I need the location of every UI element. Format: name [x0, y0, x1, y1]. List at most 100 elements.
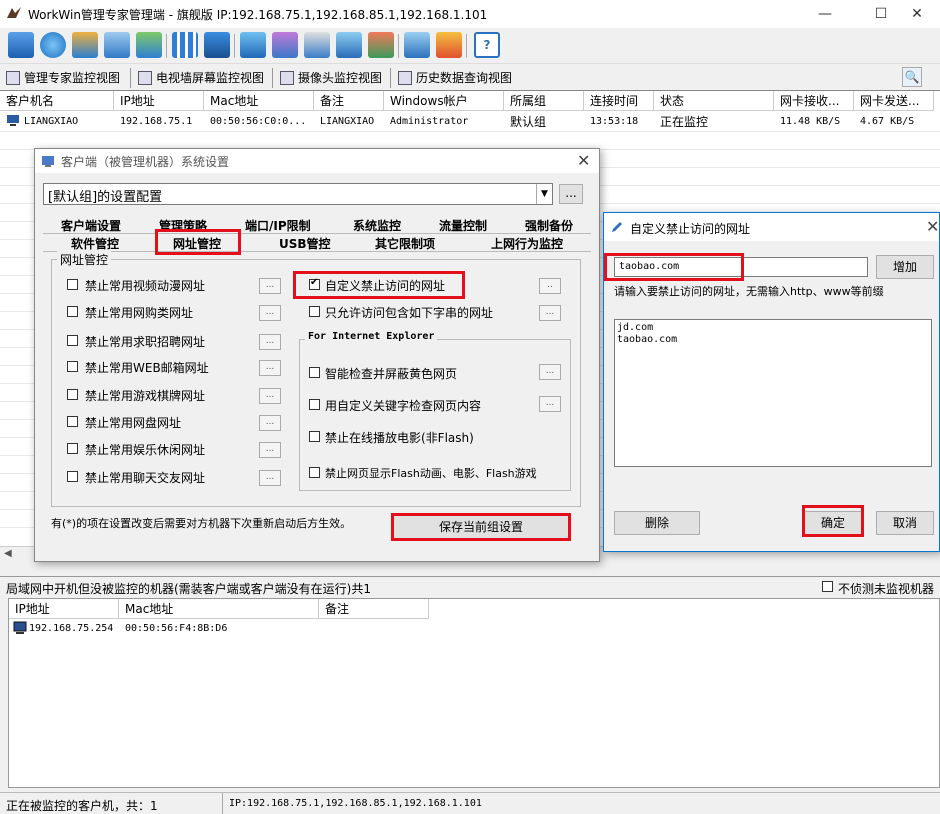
tab-tv-wall-view[interactable]: 电视墙屏幕监控视图 — [134, 67, 264, 89]
list-item[interactable]: taobao.com — [617, 334, 677, 345]
edit-shopping-button[interactable]: ... — [259, 305, 281, 321]
column-header[interactable]: Mac地址 — [119, 599, 319, 619]
tab-camera-view[interactable]: 摄像头监控视图 — [276, 67, 382, 89]
computer-icon — [7, 115, 19, 126]
smart-filter-checkbox[interactable] — [309, 367, 320, 378]
tab-client-settings[interactable]: 客户端设置 — [61, 217, 121, 234]
history-icon — [398, 71, 412, 85]
only-allow-checkbox[interactable] — [309, 306, 320, 317]
tab-forced-backup[interactable]: 强制备份 — [525, 217, 573, 234]
ip-settings-icon[interactable] — [404, 32, 430, 58]
highlight-box — [604, 253, 744, 281]
edit-video-button[interactable]: ... — [259, 278, 281, 294]
globe-icon[interactable] — [40, 32, 66, 58]
tab-system-monitor[interactable]: 系统监控 — [353, 217, 401, 234]
block-video-checkbox[interactable] — [67, 279, 78, 290]
remote-screen-icon[interactable] — [240, 32, 266, 58]
network-settings-icon[interactable] — [72, 32, 98, 58]
add-url-button[interactable]: 增加 — [876, 255, 934, 279]
restart-note: 有(*)的项在设置改变后需要对方机器下次重新启动后方生效。 — [51, 517, 352, 530]
close-icon[interactable]: ✕ — [926, 217, 939, 236]
edit-keyword-filter-button[interactable]: ... — [539, 396, 561, 412]
column-header[interactable]: 状态 — [654, 91, 774, 111]
tab-software-control[interactable]: 软件管控 — [71, 235, 119, 252]
column-header[interactable]: Windows帐户 — [384, 91, 504, 111]
column-header[interactable]: IP地址 — [114, 91, 204, 111]
block-entertainment-checkbox[interactable] — [67, 443, 78, 454]
config-combo[interactable]: [默认组]的设置配置 ▼ — [43, 183, 553, 205]
edit-only-allow-button[interactable]: ... — [539, 305, 561, 321]
scroll-left-icon[interactable]: ◀ — [4, 548, 12, 559]
edit-smart-filter-button[interactable]: ... — [539, 364, 561, 380]
chart-icon[interactable] — [368, 32, 394, 58]
close-window-button[interactable]: ✕ — [894, 0, 940, 28]
keyword-filter-checkbox[interactable] — [309, 399, 320, 410]
column-header[interactable]: 备注 — [314, 91, 384, 111]
block-chat-checkbox[interactable] — [67, 471, 78, 482]
tab-other-limits[interactable]: 其它限制项 — [375, 235, 435, 252]
column-header[interactable]: 客户机名 — [0, 91, 114, 111]
windows-icon[interactable] — [336, 32, 362, 58]
url-hint: 请输入要禁止访问的网址，无需输入http、www等前缀 — [614, 285, 884, 298]
column-header[interactable]: 网卡发送... — [854, 91, 934, 111]
search-doc-icon[interactable] — [304, 32, 330, 58]
edit-entertainment-button[interactable]: ... — [259, 442, 281, 458]
block-jobs-checkbox[interactable] — [67, 335, 78, 346]
tv-wall-icon — [138, 71, 152, 85]
block-movie-checkbox[interactable] — [309, 431, 320, 442]
highlight-box — [391, 513, 571, 541]
block-netdisk-checkbox[interactable] — [67, 416, 78, 427]
column-header[interactable]: Mac地址 — [204, 91, 314, 111]
chevron-down-icon[interactable]: ▼ — [536, 184, 552, 204]
view-tabs: 管理专家监控视图 电视墙屏幕监控视图 摄像头监控视图 历史数据查询视图 🔍 — [0, 64, 940, 90]
edit-jobs-button[interactable]: ... — [259, 334, 281, 350]
block-games-label: 禁止常用游戏棋牌网址 — [85, 389, 206, 403]
edit-netdisk-button[interactable]: ... — [259, 415, 281, 431]
tab-usb-control[interactable]: USB管控 — [279, 235, 331, 252]
pencil-icon — [612, 222, 622, 232]
edit-custom-block-button[interactable]: .. — [539, 278, 561, 294]
search-icon[interactable]: 🔍 — [902, 67, 922, 87]
tab-port-ip-limit[interactable]: 端口/IP限制 — [245, 217, 311, 234]
dialog-caption: 自定义禁止访问的网址 ✕ — [604, 213, 939, 241]
help-icon[interactable]: ? — [474, 32, 500, 58]
block-webmail-checkbox[interactable] — [67, 361, 78, 372]
edit-chat-button[interactable]: ... — [259, 470, 281, 486]
minimize-button[interactable]: — — [802, 0, 848, 28]
block-games-checkbox[interactable] — [67, 389, 78, 400]
column-header[interactable]: 所属组 — [504, 91, 584, 111]
keyword-filter-label: 用自定义关键字检查网页内容 — [325, 399, 482, 413]
app-logo-icon — [7, 7, 21, 18]
block-shopping-checkbox[interactable] — [67, 306, 78, 317]
tab-web-behavior[interactable]: 上网行为监控 — [491, 235, 563, 252]
tab-expert-monitor-view[interactable]: 管理专家监控视图 — [2, 67, 120, 89]
monitor-group-icon[interactable] — [8, 32, 34, 58]
tab-history-view[interactable]: 历史数据查询视图 — [394, 67, 512, 89]
list-item[interactable]: jd.com — [617, 322, 653, 333]
ignore-unmonitored-checkbox[interactable] — [822, 581, 833, 592]
grid-icon[interactable] — [172, 32, 198, 58]
column-header[interactable]: 网卡接收... — [774, 91, 854, 111]
user-search-icon[interactable] — [104, 32, 130, 58]
alarm-icon[interactable] — [436, 32, 462, 58]
edit-webmail-button[interactable]: ... — [259, 360, 281, 376]
config-more-button[interactable]: ... — [559, 184, 583, 204]
cancel-button[interactable]: 取消 — [876, 511, 934, 535]
status-client-count: 正在被监控的客户机，共：1 — [6, 799, 158, 813]
block-video-label: 禁止常用视频动漫网址 — [85, 279, 206, 293]
lock-user-icon[interactable] — [204, 32, 230, 58]
column-header[interactable]: 连接时间 — [584, 91, 654, 111]
block-movie-label: 禁止在线播放电影(非Flash) — [325, 431, 474, 445]
users-config-icon[interactable] — [136, 32, 162, 58]
delete-url-button[interactable]: 删除 — [614, 511, 700, 535]
column-header[interactable]: 备注 — [319, 599, 429, 619]
column-header[interactable]: IP地址 — [9, 599, 119, 619]
broadcast-icon[interactable] — [272, 32, 298, 58]
block-netdisk-label: 禁止常用网盘网址 — [85, 416, 182, 430]
close-icon[interactable]: ✕ — [577, 151, 590, 170]
block-flash-checkbox[interactable] — [309, 467, 320, 478]
group-label: 网址管控 — [57, 251, 112, 268]
tab-traffic-control[interactable]: 流量控制 — [439, 217, 487, 234]
edit-games-button[interactable]: ... — [259, 388, 281, 404]
url-list[interactable]: jd.com taobao.com — [614, 319, 932, 467]
